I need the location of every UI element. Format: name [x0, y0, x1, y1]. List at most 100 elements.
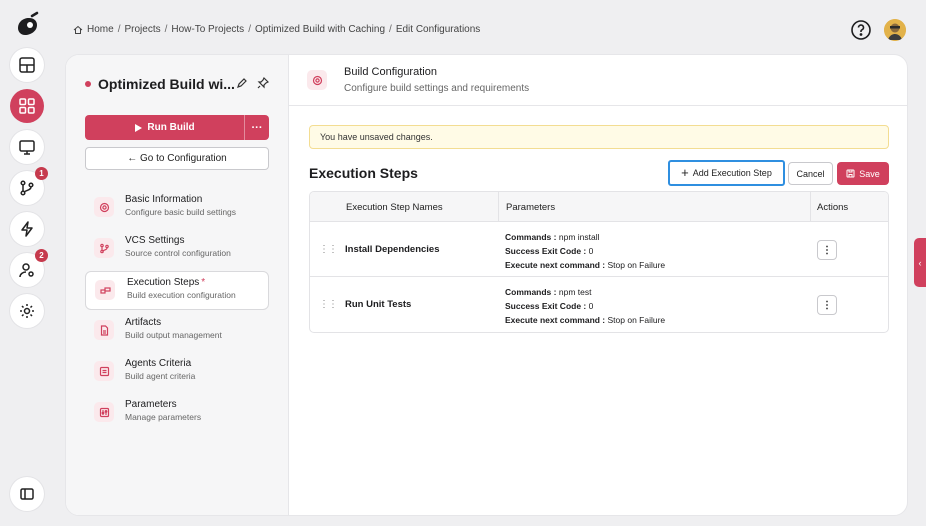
section-icon-wrap [307, 70, 327, 90]
build-title-text: Optimized Build wi... [98, 76, 235, 92]
cancel-button[interactable]: Cancel [788, 162, 833, 185]
pin-icon[interactable] [257, 77, 269, 89]
row-actions-button[interactable]: ⋮ [817, 295, 837, 315]
nav-label: VCS Settings [125, 235, 185, 246]
drag-handle-icon[interactable]: ⋮⋮ [319, 244, 338, 255]
config-nav: Basic Information Configure basic build … [85, 189, 269, 435]
dashboard-icon [19, 57, 35, 73]
param-key: Execute next command : [505, 260, 606, 270]
breadcrumb-howto-projects[interactable]: How-To Projects [171, 24, 244, 35]
nav-label: Artifacts [125, 317, 162, 328]
param-key: Success Exit Code : [505, 301, 587, 311]
gear-icon [99, 202, 109, 212]
breadcrumb-separator: / [389, 24, 392, 35]
row-actions-button[interactable]: ⋮ [817, 240, 837, 260]
run-build-label: Run Build [147, 122, 195, 133]
breadcrumb: Home / Projects / How-To Projects / Opti… [73, 24, 480, 35]
avatar-image-icon [884, 19, 906, 41]
param-value: 0 [588, 246, 594, 256]
required-marker: * [201, 277, 206, 288]
run-build-more-button[interactable]: ··· [245, 122, 269, 134]
nav-sub: Build agent criteria [125, 371, 196, 381]
nav-sub: Configure basic build settings [125, 207, 237, 217]
home-icon[interactable] [73, 25, 83, 35]
nav-label: Basic Information [125, 194, 203, 205]
main-card: Optimized Build wi... Run Build ··· ← Go… [65, 54, 908, 516]
breadcrumb-separator: / [164, 24, 168, 35]
status-dot [85, 81, 91, 87]
go-to-configuration-button[interactable]: ← Go to Configuration [85, 147, 269, 170]
branch-icon [99, 243, 109, 253]
gear-icon [312, 75, 322, 85]
left-rail: 1 2 [0, 0, 55, 526]
build-title: Optimized Build wi... [85, 76, 235, 92]
param-next-command: Execute next command : Stop on Failure [505, 258, 665, 272]
add-execution-step-label: Add Execution Step [692, 168, 772, 178]
nav-sub: Build output management [125, 330, 222, 340]
edit-pencil-icon[interactable] [236, 77, 248, 89]
triggers-nav-button[interactable] [10, 212, 44, 246]
add-execution-step-button[interactable]: + Add Execution Step [668, 160, 785, 186]
dashboard-nav-button[interactable] [10, 48, 44, 82]
save-label: Save [859, 168, 880, 179]
section-subtitle: Configure build settings and requirement… [344, 83, 530, 94]
config-sidebar: Optimized Build wi... Run Build ··· ← Go… [66, 55, 289, 515]
expand-panel-tab[interactable]: ‹ [914, 238, 926, 287]
column-header-parameters: Parameters [506, 201, 556, 213]
param-value: 0 [588, 301, 594, 311]
param-value: Stop on Failure [607, 260, 666, 270]
nav-icon-wrap [94, 402, 114, 422]
settings-nav-button[interactable] [10, 294, 44, 328]
file-icon [100, 324, 108, 336]
help-icon[interactable] [850, 19, 872, 41]
drag-handle-icon[interactable]: ⋮⋮ [319, 299, 338, 310]
table-row: ⋮⋮ Install Dependencies Commands : npm i… [310, 222, 888, 277]
column-header-actions: Actions [817, 201, 849, 213]
breadcrumb-home[interactable]: Home [87, 24, 114, 35]
column-divider [498, 192, 499, 222]
agents-nav-button[interactable] [10, 130, 44, 164]
nav-item-artifacts[interactable]: Artifacts Build output management [85, 312, 269, 351]
play-icon [135, 123, 143, 132]
app-logo-icon[interactable] [12, 10, 42, 40]
save-icon [846, 169, 855, 178]
user-avatar[interactable] [884, 19, 906, 41]
title-actions [236, 77, 269, 89]
git-branch-icon [20, 180, 34, 196]
breadcrumb-separator: / [117, 24, 121, 35]
step-parameters: Commands : npm test Success Exit Code : … [505, 285, 665, 327]
monitor-icon [19, 140, 35, 155]
grid-icon [19, 98, 35, 114]
unsaved-changes-alert: You have unsaved changes. [309, 125, 889, 149]
run-build-main[interactable]: Run Build [85, 115, 245, 140]
nav-item-vcs-settings[interactable]: VCS Settings Source control configuratio… [85, 230, 269, 269]
nav-sub: Manage parameters [125, 412, 202, 422]
nav-item-agents-criteria[interactable]: Agents Criteria Build agent criteria [85, 353, 269, 392]
projects-nav-button[interactable] [10, 89, 44, 123]
users-nav-button[interactable]: 2 [10, 249, 48, 287]
vcs-nav-button[interactable]: 1 [10, 167, 48, 205]
nav-item-execution-steps[interactable]: Execution Steps * Build execution configu… [85, 271, 269, 310]
nav-item-basic-information[interactable]: Basic Information Configure basic build … [85, 189, 269, 228]
chevron-left-icon: ‹ [918, 257, 922, 268]
vcs-count-badge: 1 [35, 167, 48, 180]
nav-item-parameters[interactable]: Parameters Manage parameters [85, 394, 269, 433]
param-exit-code: Success Exit Code : 0 [505, 299, 665, 313]
collapse-sidebar-button[interactable] [10, 477, 44, 511]
param-value: Stop on Failure [607, 315, 666, 325]
nav-label: Parameters [125, 399, 177, 410]
save-button[interactable]: Save [837, 162, 889, 185]
breadcrumb-projects[interactable]: Projects [124, 24, 160, 35]
nav-sub: Build execution configuration [127, 290, 236, 300]
step-name: Install Dependencies [345, 244, 440, 255]
run-build-button[interactable]: Run Build ··· [85, 115, 269, 140]
breadcrumb-build[interactable]: Optimized Build with Caching [255, 24, 385, 35]
step-name: Run Unit Tests [345, 299, 412, 310]
nav-icon-wrap [94, 320, 114, 340]
nav-label: Execution Steps * [127, 277, 268, 288]
gear-icon [20, 304, 34, 318]
breadcrumb-current: Edit Configurations [395, 24, 481, 35]
nav-icon-wrap [94, 197, 114, 217]
section-header: Build Configuration Configure build sett… [289, 55, 907, 106]
param-commands: Commands : npm test [505, 285, 665, 299]
